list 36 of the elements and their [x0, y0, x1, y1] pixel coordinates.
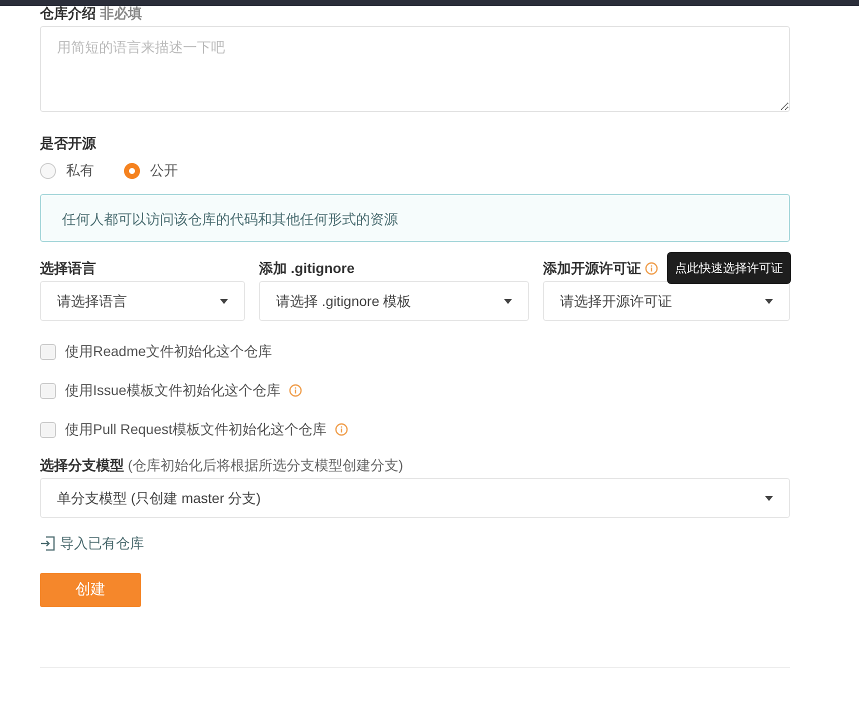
info-icon[interactable]	[645, 262, 658, 274]
field-label: 添加开源许可证	[543, 259, 642, 277]
field-label: 是否开源	[40, 134, 98, 152]
notice-text: 任何人都可以访问该仓库的代码和其他任何形式的资源	[40, 194, 790, 242]
select-field[interactable]: 请选择 .gitignore 模板	[258, 281, 530, 321]
radio-icon[interactable]	[40, 162, 56, 178]
checkbox-label: 使用Issue模板文件初始化这个仓库	[65, 381, 280, 400]
radio-option[interactable]: 私有	[40, 160, 94, 181]
field-note: (仓库初始化后将根据所选分支模型创建分支)	[128, 457, 404, 473]
import-icon	[40, 536, 56, 551]
caret-icon	[765, 298, 773, 304]
checkbox-label: 使用Readme文件初始化这个仓库	[65, 342, 272, 361]
radio-option[interactable]: 公开	[124, 160, 178, 181]
caret-icon	[765, 496, 773, 500]
checkbox[interactable]	[40, 382, 56, 398]
tooltip: 点此快速选择许可证	[667, 252, 792, 284]
select-field[interactable]: 请选择语言	[40, 281, 245, 321]
import-link[interactable]: 导入已有仓库	[40, 533, 144, 554]
field-label: 选择语言	[40, 259, 96, 277]
info-icon[interactable]	[289, 384, 302, 397]
radio-label: 私有	[66, 161, 94, 180]
caret-icon	[504, 298, 512, 304]
field-label: 添加 .gitignore	[258, 259, 355, 277]
checkbox[interactable]	[40, 344, 56, 360]
radio-icon[interactable]	[124, 162, 140, 178]
info-icon[interactable]	[335, 423, 348, 436]
description-field[interactable]: 用简短的语言来描述一下吧	[40, 26, 790, 112]
radio-label: 公开	[150, 161, 178, 180]
field-label: 选择分支模型	[40, 457, 124, 473]
field-label: 仓库介绍	[40, 5, 96, 21]
checkbox[interactable]	[40, 422, 56, 438]
optional-hint: 非必填	[100, 5, 142, 21]
caret-icon	[220, 298, 228, 304]
select-field[interactable]: 请选择开源许可证	[543, 281, 790, 321]
checkbox-label: 使用Pull Request模板文件初始化这个仓库	[65, 420, 326, 439]
select-field[interactable]: 单分支模型 (只创建 master 分支)	[40, 478, 790, 518]
